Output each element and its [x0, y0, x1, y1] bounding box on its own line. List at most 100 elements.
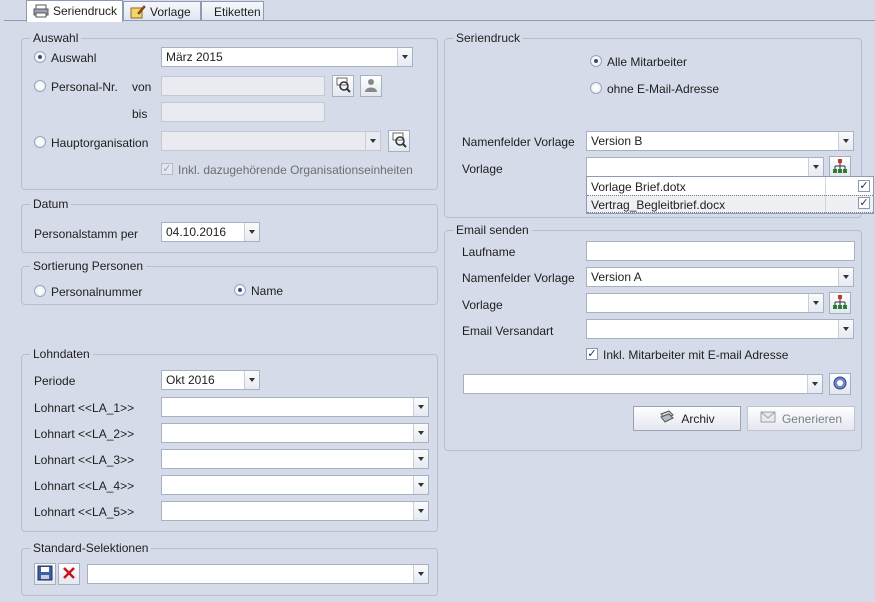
tab-seriendruck[interactable]: Seriendruck	[26, 0, 123, 22]
radio-auswahl[interactable]	[34, 51, 46, 63]
chevron-down-icon[interactable]	[808, 158, 823, 176]
chevron-down-icon[interactable]	[397, 48, 412, 66]
tab-label: Etiketten	[214, 5, 261, 19]
group-legend: Lohndaten	[30, 347, 93, 361]
tab-vorlage[interactable]: Vorlage	[123, 1, 201, 21]
lohnart-3-select[interactable]	[161, 449, 429, 469]
radio-personalnummer[interactable]	[34, 285, 46, 297]
chevron-down-icon[interactable]	[413, 476, 428, 494]
radio-hauptorganisation-label: Hauptorganisation	[51, 136, 149, 150]
inkl-mitarbeiter-label: Inkl. Mitarbeiter mit E-mail Adresse	[603, 348, 789, 362]
personalstamm-date-picker[interactable]: 04.10.2016	[161, 222, 260, 242]
lohnart-5-select[interactable]	[161, 501, 429, 521]
group-legend: Seriendruck	[453, 31, 524, 45]
email-namenfelder-select[interactable]: Version A	[586, 267, 854, 287]
standard-selektion-select[interactable]	[87, 564, 429, 584]
namenfelder-vorlage-select[interactable]: Version B	[586, 131, 854, 151]
generieren-button-label: Generieren	[781, 411, 843, 426]
lohnart-1-label: Lohnart <<LA_1>>	[34, 401, 135, 415]
hauptorganisation-select[interactable]	[161, 131, 381, 151]
namenfelder-vorlage-label: Namenfelder Vorlage	[462, 135, 575, 149]
email-vorlage-label: Vorlage	[462, 298, 503, 312]
email-extra-select[interactable]	[463, 374, 823, 394]
personal-nr-bis-input[interactable]	[161, 102, 325, 122]
lohnart-4-select[interactable]	[161, 475, 429, 495]
radio-ohne-email[interactable]	[590, 82, 602, 94]
radio-personal-nr-label: Personal-Nr.	[51, 80, 118, 94]
vorlage-option-1-checkbox[interactable]: ✓	[858, 180, 870, 192]
tab-label: Seriendruck	[53, 4, 118, 18]
radio-hauptorganisation[interactable]	[34, 136, 46, 148]
lohnart-2-select[interactable]	[161, 423, 429, 443]
vorlage-option-label: Vorlage Brief.dotx	[591, 180, 686, 194]
chevron-down-icon[interactable]	[838, 320, 853, 338]
periode-select-value: Okt 2016	[166, 373, 215, 387]
hierarchy-icon	[832, 158, 848, 177]
chevron-down-icon[interactable]	[244, 371, 259, 389]
email-versandart-label: Email Versandart	[462, 324, 554, 338]
chevron-down-icon[interactable]	[413, 450, 428, 468]
tab-etiketten[interactable]: Etiketten	[201, 1, 264, 21]
archiv-button-label: Archiv	[681, 411, 715, 426]
vorlage-option-1[interactable]: Vorlage Brief.dotx	[587, 178, 873, 196]
email-versandart-select[interactable]	[586, 319, 854, 339]
save-icon	[37, 565, 53, 584]
vorlage-option-2-checkbox[interactable]: ✓	[858, 197, 870, 209]
email-vorlage-select[interactable]	[586, 293, 824, 313]
email-vorlage-hierarchy-button[interactable]	[829, 292, 851, 314]
chevron-down-icon[interactable]	[838, 268, 853, 286]
person-button[interactable]	[360, 75, 382, 97]
chevron-down-icon[interactable]	[808, 294, 823, 312]
laufname-input[interactable]	[586, 241, 855, 261]
mail-icon	[760, 411, 776, 426]
generieren-button[interactable]: Generieren	[747, 406, 855, 431]
tab-label: Vorlage	[150, 5, 191, 19]
lohnart-1-select[interactable]	[161, 397, 429, 417]
hierarchy-icon	[832, 294, 848, 313]
vorlage-dropdown-list: Vorlage Brief.dotx Vertrag_Begleitbrief.…	[586, 176, 874, 214]
email-namenfelder-label: Namenfelder Vorlage	[462, 271, 575, 285]
radio-name[interactable]	[234, 284, 246, 296]
chevron-down-icon[interactable]	[838, 132, 853, 150]
vorlage-label: Vorlage	[462, 162, 503, 176]
delete-selection-button[interactable]	[58, 563, 80, 585]
auswahl-select-value: März 2015	[166, 50, 223, 64]
archiv-button[interactable]: Archiv	[633, 406, 741, 431]
search-person-button[interactable]	[332, 75, 354, 97]
radio-alle-mitarbeiter-label: Alle Mitarbeiter	[607, 55, 688, 69]
bis-label: bis	[132, 107, 148, 121]
radio-personal-nr[interactable]	[34, 80, 46, 92]
chevron-down-icon[interactable]	[413, 565, 428, 583]
auswahl-select[interactable]: März 2015	[161, 47, 413, 67]
radio-personalnummer-label: Personalnummer	[51, 285, 143, 299]
refresh-button[interactable]	[829, 373, 851, 395]
chevron-down-icon[interactable]	[413, 502, 428, 520]
personal-nr-von-input[interactable]	[161, 76, 325, 96]
von-label: von	[132, 80, 152, 94]
chevron-down-icon[interactable]	[244, 223, 259, 241]
chevron-down-icon[interactable]	[807, 375, 822, 393]
printer-icon	[33, 4, 49, 21]
refresh-icon	[832, 375, 848, 394]
periode-select[interactable]: Okt 2016	[161, 370, 260, 390]
vorlage-hierarchy-button[interactable]	[829, 156, 851, 178]
chevron-down-icon[interactable]	[413, 424, 428, 442]
tab-bar: Seriendruck Vorlage Etiketten	[0, 0, 875, 22]
vorlage-option-label: Vertrag_Begleitbrief.docx	[591, 198, 726, 212]
group-legend: Auswahl	[30, 31, 82, 45]
person-icon	[364, 77, 378, 96]
inkl-org-checkbox[interactable]: ✓	[161, 163, 173, 175]
vorlage-option-2[interactable]: Vertrag_Begleitbrief.docx	[587, 195, 873, 213]
chevron-down-icon[interactable]	[413, 398, 428, 416]
search-organisation-button[interactable]	[388, 130, 410, 152]
search-icon	[335, 77, 351, 96]
radio-alle-mitarbeiter[interactable]	[590, 55, 602, 67]
email-namenfelder-value: Version A	[591, 270, 642, 284]
save-selection-button[interactable]	[34, 563, 56, 585]
vorlage-select[interactable]	[586, 157, 824, 177]
dropdown-divider	[825, 177, 826, 213]
chevron-down-icon[interactable]	[365, 132, 380, 150]
inkl-mitarbeiter-checkbox[interactable]: ✓	[586, 348, 598, 360]
group-legend: Sortierung Personen	[30, 259, 147, 273]
laufname-label: Laufname	[462, 245, 516, 259]
